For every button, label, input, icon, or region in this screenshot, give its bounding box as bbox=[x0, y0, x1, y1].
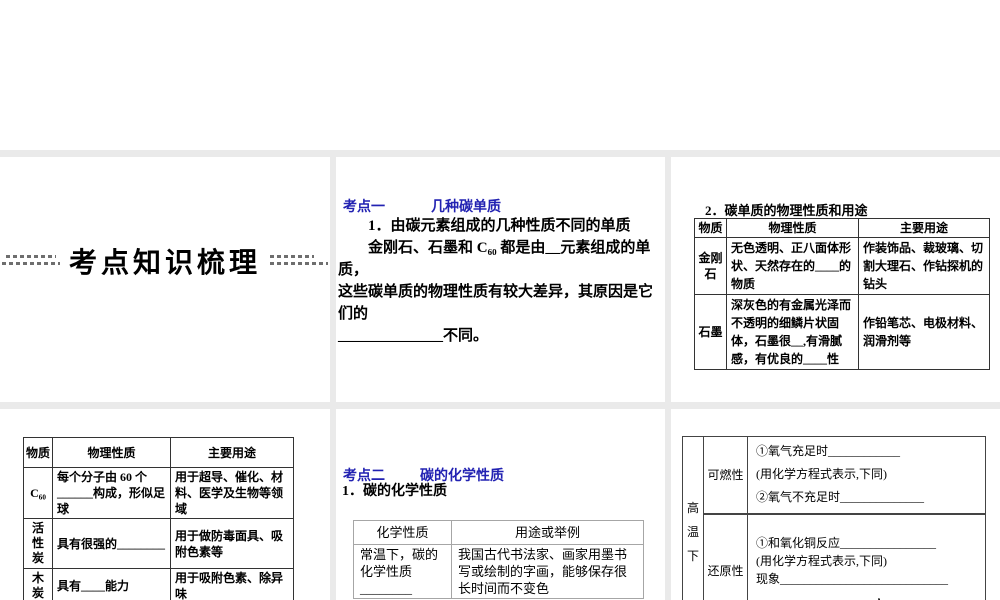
paragraph-line: 1．由碳元素组成的几种性质不同的单质 bbox=[368, 218, 631, 234]
dashes-left-icon bbox=[1, 253, 60, 269]
content-line: ②氧气不充足时______________ bbox=[756, 490, 925, 505]
slide-thumbnail-kaodian2[interactable]: 考点二 碳的化学性质 1．碳的化学性质 化学性质 用途或举例 常温下，碳的化学性… bbox=[336, 409, 665, 600]
cell-combustibility-content: ①氧气充足时____________ (用化学方程式表示,下同) ②氧气不充足时… bbox=[747, 436, 986, 514]
carbon-allotropes-table: 物质 物理性质 主要用途 C₆₀ 每个分子由 60 个______构成，形似足球… bbox=[23, 437, 294, 600]
slide-thumbnail-knowledge-review[interactable]: 考点知识梳理 bbox=[0, 157, 330, 402]
content-line: ①和氧化铜反应________________ bbox=[756, 536, 937, 551]
cell-use: 用于超导、催化、材料、医学及生物等领域 bbox=[170, 467, 294, 519]
kaodian1-tag: 考点一 bbox=[343, 200, 385, 215]
dashes-right-icon bbox=[270, 253, 328, 269]
cell-substance: 石墨 bbox=[694, 294, 727, 370]
slide-thumbnail-physical-properties[interactable]: 2．碳单质的物理性质和用途 物质 物理性质 主要用途 金刚石 无色透明、正八面体… bbox=[671, 157, 1000, 402]
carbon-hightemp-table: 高温下 可燃性 ①氧气充足时____________ (用化学方程式表示,下同)… bbox=[682, 436, 986, 600]
physical-properties-title: 2．碳单质的物理性质和用途 bbox=[705, 203, 868, 218]
col-header-use-example: 用途或举例 bbox=[451, 520, 644, 545]
content-line: (用化学方程式表示,下同) bbox=[756, 554, 887, 569]
cell-property: 具有____能力 bbox=[52, 568, 171, 600]
slide-thumbnail-allotropes-table[interactable]: 物质 物理性质 主要用途 C₆₀ 每个分子由 60 个______构成，形似足球… bbox=[0, 409, 330, 600]
cell-reducibility-content: ①和氧化铜反应________________ (用化学方程式表示,下同) 现象… bbox=[747, 512, 986, 600]
cell-property: 深灰色的有金属光泽而不透明的细鳞片状固体，石墨很__,有滑腻感，有优良的____… bbox=[726, 294, 859, 370]
cell-property: 具有很强的________ bbox=[52, 518, 171, 569]
cell-label-combustibility: 可燃性 bbox=[703, 436, 748, 514]
slide-sorter-canvas: 考点知识梳理 考点一 几种碳单质 1．由碳元素组成的几种性质不同的单质 金刚石、… bbox=[0, 0, 1000, 600]
cell-use: 用于吸附色素、除异味 bbox=[170, 568, 294, 600]
chemical-properties-subtitle: 1．碳的化学性质 bbox=[342, 484, 447, 499]
row-header-high-temp: 高温下 bbox=[682, 436, 704, 600]
col-header-chemical-property: 化学性质 bbox=[353, 520, 452, 545]
paragraph-line: ______________不同。 bbox=[338, 328, 489, 344]
cell-substance: 金刚石 bbox=[694, 237, 727, 295]
cell-substance: C₆₀ bbox=[23, 467, 53, 519]
cell-use-example: 我国古代书法家、画家用墨书写或绘制的字画，能够保存很长时间而不变色 bbox=[451, 544, 644, 599]
cell-use: 作装饰品、裁玻璃、切割大理石、作钻探机的钻头 bbox=[858, 237, 990, 295]
carbon-intro-paragraph: 1．由碳元素组成的几种性质不同的单质 金刚石、石墨和 C₆₀ 都是由__元素组成… bbox=[338, 215, 662, 347]
cell-substance: 木炭 bbox=[23, 568, 53, 600]
paragraph-line: 这些碳单质的物理性质有较大差异，其原因是它们的 bbox=[338, 284, 654, 322]
kaodian1-title: 几种碳单质 bbox=[431, 200, 501, 215]
cell-substance: 活性炭 bbox=[23, 518, 53, 569]
section-title-row: 考点知识梳理 bbox=[0, 241, 330, 281]
content-line: ①氧气充足时____________ bbox=[756, 444, 901, 459]
col-header-substance: 物质 bbox=[694, 218, 727, 238]
carbon-chemical-table: 化学性质 用途或举例 常温下，碳的化学性质________ 我国古代书法家、画家… bbox=[353, 520, 644, 599]
cell-property: 每个分子由 60 个______构成，形似足球 bbox=[52, 467, 171, 519]
content-line: ____________________， bbox=[756, 590, 889, 600]
col-header-use: 主要用途 bbox=[858, 218, 990, 238]
col-header-substance: 物质 bbox=[23, 437, 53, 468]
carbon-physical-table: 物质 物理性质 主要用途 金刚石 无色透明、正八面体形状、天然存在的____的物… bbox=[694, 218, 990, 370]
cell-chemical-property: 常温下，碳的化学性质________ bbox=[353, 544, 452, 599]
section-title: 考点知识梳理 bbox=[68, 247, 261, 278]
paragraph-line: 金刚石、石墨和 C₆₀ 都是由__元素组成的单质， bbox=[338, 240, 651, 278]
col-header-property: 物理性质 bbox=[726, 218, 859, 238]
cell-use: 用于做防毒面具、吸附色素等 bbox=[170, 518, 294, 569]
content-line: 现象____________________________ bbox=[756, 572, 949, 587]
slide-thumbnail-hightemp-table[interactable]: 高温下 可燃性 ①氧气充足时____________ (用化学方程式表示,下同)… bbox=[671, 409, 1000, 600]
cell-label-reducibility: 还原性 bbox=[703, 512, 748, 600]
blank-slide-band bbox=[0, 0, 1000, 150]
cell-property: 无色透明、正八面体形状、天然存在的____的物质 bbox=[726, 237, 859, 295]
content-line: (用化学方程式表示,下同) bbox=[756, 467, 887, 482]
col-header-property: 物理性质 bbox=[52, 437, 171, 468]
cell-use: 作铅笔芯、电极材料、润滑剂等 bbox=[858, 294, 990, 370]
col-header-use: 主要用途 bbox=[170, 437, 294, 468]
slide-thumbnail-kaodian1[interactable]: 考点一 几种碳单质 1．由碳元素组成的几种性质不同的单质 金刚石、石墨和 C₆₀… bbox=[336, 157, 665, 402]
